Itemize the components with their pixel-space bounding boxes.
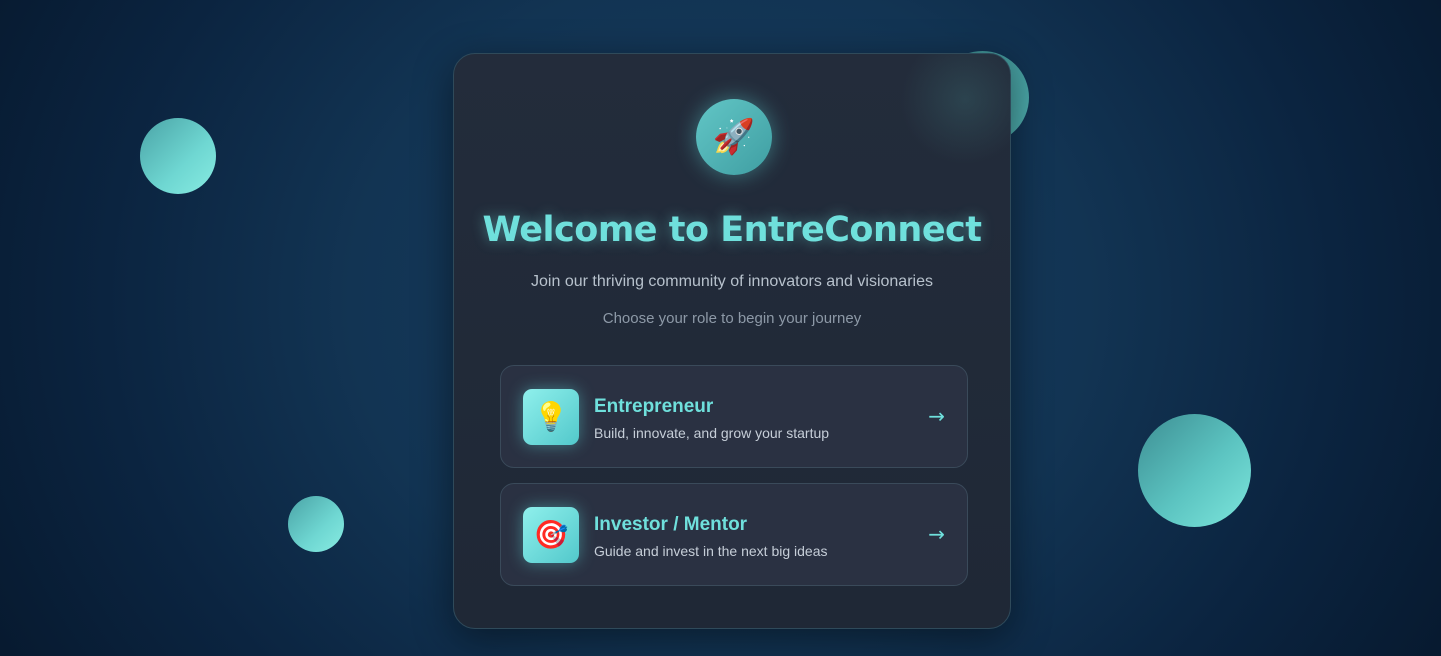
card-glow <box>900 54 1010 164</box>
page-title: Welcome to EntreConnect <box>482 210 982 250</box>
lightbulb-icon: 💡 <box>523 389 579 445</box>
decorative-bubble <box>1138 414 1251 527</box>
target-icon: 🎯 <box>523 507 579 563</box>
lightbulb-glyph: 💡 <box>533 401 569 432</box>
role-description: Build, innovate, and grow your startup <box>594 425 830 441</box>
logo-glyph: 🚀 <box>712 118 756 156</box>
welcome-card: 🚀 Welcome to EntreConnect Join our thriv… <box>453 53 1011 629</box>
role-description: Guide and invest in the next big ideas <box>594 543 828 559</box>
role-title: Entrepreneur <box>594 396 714 417</box>
entrepreneur-role-option[interactable]: 💡 Entrepreneur Build, innovate, and grow… <box>500 365 968 468</box>
target-glyph: 🎯 <box>533 519 569 550</box>
decorative-bubble <box>140 118 216 194</box>
page-subtitle: Join our thriving community of innovator… <box>531 273 933 290</box>
role-hint: Choose your role to begin your journey <box>602 310 862 327</box>
arrow-right-icon: → <box>928 404 945 428</box>
role-title: Investor / Mentor <box>594 514 748 535</box>
arrow-right-icon: → <box>928 522 945 546</box>
rocket-icon: 🚀 <box>696 99 772 175</box>
investor-mentor-role-option[interactable]: 🎯 Investor / Mentor Guide and invest in … <box>500 483 968 586</box>
decorative-bubble <box>288 496 344 552</box>
